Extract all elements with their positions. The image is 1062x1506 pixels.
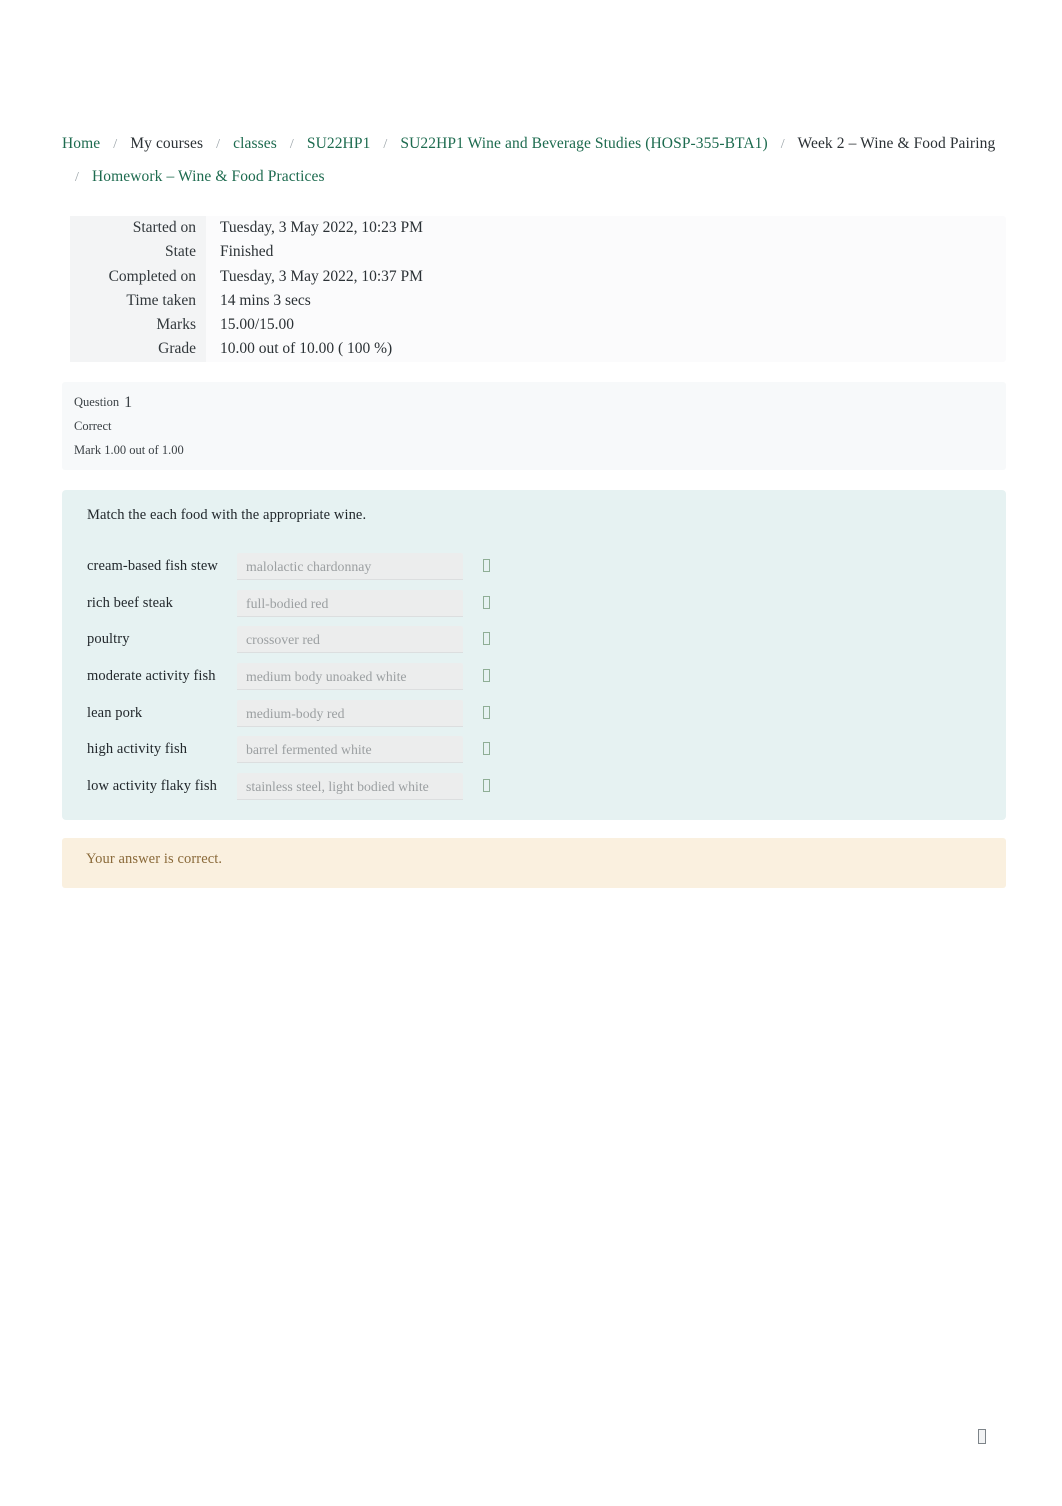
breadcrumb: Home / My courses / classes / SU22HP1 / … — [62, 128, 1006, 194]
match-row: poultry crossover red — [87, 621, 527, 658]
match-answer-select[interactable]: barrel fermented white — [237, 736, 463, 764]
question-state: Correct — [74, 419, 112, 433]
match-food-label: moderate activity fish — [87, 668, 216, 685]
match-row: cream-based fish stew malolactic chardon… — [87, 548, 527, 585]
question-body: Match the each food with the appropriate… — [62, 490, 1006, 820]
match-food-label: low activity flaky fish — [87, 778, 217, 795]
chevron-down-icon[interactable] — [476, 663, 496, 690]
match-row: moderate activity fish medium body unoak… — [87, 658, 527, 695]
match-select-cell: crossover red — [237, 626, 527, 654]
breadcrumb-separator: / — [383, 137, 388, 152]
quiz-info-label-marks: Marks — [70, 313, 206, 338]
question-number-line: Question 1 — [74, 394, 1006, 411]
question-number: 1 — [124, 394, 133, 411]
breadcrumb-separator: / — [75, 170, 79, 185]
question-header: Question 1 Correct Mark 1.00 out of 1.00 — [62, 382, 1006, 470]
breadcrumb-item-week[interactable]: Week 2 – Wine & Food Pairing — [797, 135, 995, 152]
match-row: lean pork medium-body red — [87, 695, 527, 732]
match-food-label: rich beef steak — [87, 594, 174, 611]
breadcrumb-separator: / — [216, 137, 221, 152]
quiz-info-row: Started on Tuesday, 3 May 2022, 10:23 PM — [70, 216, 1006, 241]
feedback-panel: Your answer is correct. — [62, 838, 1006, 888]
question-mark: Mark 1.00 out of 1.00 — [74, 443, 184, 457]
quiz-info-label-completed-on: Completed on — [70, 264, 206, 289]
quiz-info-label-time-taken: Time taken — [70, 288, 206, 314]
match-select-cell: malolactic chardonnay — [237, 552, 527, 580]
breadcrumb-separator: / — [780, 137, 785, 152]
quiz-info-value-completed-on: Tuesday, 3 May 2022, 10:37 PM — [220, 267, 423, 285]
quiz-info-value-marks: 15.00/15.00 — [220, 316, 295, 334]
breadcrumb-line-1: Home / My courses / classes / SU22HP1 / … — [62, 128, 1006, 161]
quiz-info-row: State Finished — [70, 240, 1006, 265]
breadcrumb-link-homework[interactable]: Homework – Wine & Food Practices — [92, 168, 325, 185]
quiz-info-label-state: State — [70, 240, 206, 265]
feedback-text: Your answer is correct. — [86, 851, 223, 867]
breadcrumb-item-home[interactable]: Home — [62, 135, 100, 152]
quiz-info-row: Time taken 14 mins 3 secs — [70, 288, 1006, 314]
chevron-down-icon[interactable] — [476, 553, 496, 580]
match-food-label: high activity fish — [87, 741, 188, 758]
breadcrumb-item-su22hp1[interactable]: SU22HP1 — [307, 135, 371, 152]
match-select-cell: barrel fermented white — [237, 736, 527, 764]
match-select-cell: medium body unoaked white — [237, 662, 527, 690]
quiz-info-value-state: Finished — [220, 243, 274, 261]
missing-glyph-icon[interactable] — [962, 1418, 1002, 1454]
quiz-info-value-time-taken: 14 mins 3 secs — [220, 291, 311, 309]
match-table: cream-based fish stew malolactic chardon… — [87, 548, 527, 805]
quiz-review-page: Home / My courses / classes / SU22HP1 / … — [0, 0, 1062, 1506]
quiz-info-row: Grade 10.00 out of 10.00 ( 100 %) — [70, 337, 1006, 362]
match-answer-select[interactable]: full-bodied red — [237, 589, 463, 617]
breadcrumb-item-course[interactable]: SU22HP1 Wine and Beverage Studies (HOSP-… — [400, 135, 767, 152]
match-food-label: cream-based fish stew — [87, 558, 218, 574]
breadcrumb-separator: / — [289, 137, 294, 152]
quiz-info-value-started-on: Tuesday, 3 May 2022, 10:23 PM — [220, 219, 423, 236]
match-answer-select[interactable]: crossover red — [237, 626, 463, 654]
breadcrumb-link-classes[interactable]: classes — [233, 135, 277, 152]
match-answer-select[interactable]: malolactic chardonnay — [237, 552, 463, 580]
chevron-down-icon[interactable] — [476, 736, 496, 763]
question-prompt: Match the each food with the appropriate… — [87, 507, 367, 523]
quiz-info-value-grade: 10.00 out of 10.00 ( 100 %) — [220, 340, 393, 358]
breadcrumb-item-homework[interactable]: Homework – Wine & Food Practices — [92, 168, 325, 185]
breadcrumb-link-su22hp1[interactable]: SU22HP1 — [307, 135, 371, 152]
chevron-down-icon[interactable] — [476, 773, 496, 800]
quiz-info-row: Completed on Tuesday, 3 May 2022, 10:37 … — [70, 264, 1006, 289]
match-answer-select[interactable]: stainless steel, light bodied white — [237, 772, 463, 800]
chevron-down-icon[interactable] — [476, 590, 496, 617]
match-row: rich beef steak full-bodied red — [87, 585, 527, 622]
breadcrumb-link-home[interactable]: Home — [62, 135, 100, 152]
match-answer-select[interactable]: medium-body red — [237, 699, 463, 727]
match-select-cell: medium-body red — [237, 699, 527, 727]
chevron-down-icon[interactable] — [476, 626, 496, 653]
match-select-cell: stainless steel, light bodied white — [237, 772, 527, 800]
match-food-label: lean pork — [87, 704, 143, 721]
match-row: high activity fish barrel fermented whit… — [87, 731, 527, 768]
match-answer-select[interactable]: medium body unoaked white — [237, 662, 463, 690]
chevron-down-icon[interactable] — [476, 700, 496, 727]
breadcrumb-line-2: / Homework – Wine & Food Practices — [66, 161, 1006, 194]
quiz-info-label-started-on: Started on — [70, 216, 206, 241]
match-select-cell: full-bodied red — [237, 589, 527, 617]
match-food-label: poultry — [87, 631, 130, 648]
breadcrumb-item-classes[interactable]: classes — [233, 135, 277, 152]
breadcrumb-link-course[interactable]: SU22HP1 Wine and Beverage Studies (HOSP-… — [400, 135, 767, 152]
breadcrumb-separator: / — [113, 137, 118, 152]
match-row: low activity flaky fish stainless steel,… — [87, 768, 527, 805]
quiz-info-row: Marks 15.00/15.00 — [70, 313, 1006, 338]
question-number-label: Question — [74, 395, 120, 409]
quiz-info-table: Started on Tuesday, 3 May 2022, 10:23 PM… — [70, 216, 1006, 362]
breadcrumb-item-my-courses[interactable]: My courses — [130, 135, 203, 152]
quiz-info-label-grade: Grade — [70, 337, 206, 362]
